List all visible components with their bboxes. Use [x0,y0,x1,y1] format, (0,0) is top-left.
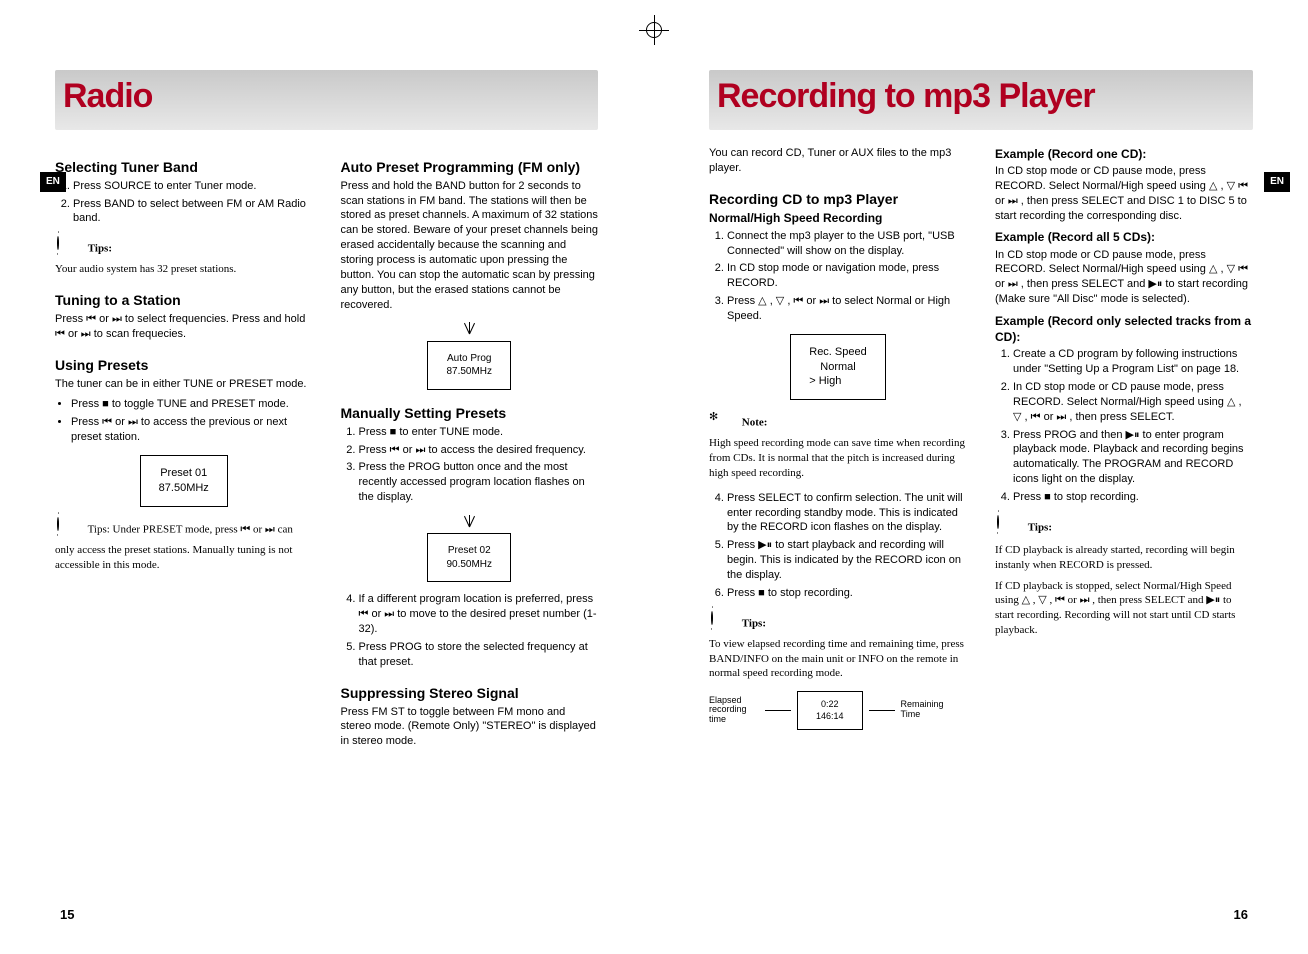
diagram-auto-prog: Auto Prog 87.50MHz [427,322,511,390]
heading-manual-preset: Manually Setting Presets [341,404,599,423]
step: Press PROG and then ▶⏸ to enter program … [1013,428,1253,487]
tip-32-stations: Tips: Your audio system has 32 preset st… [55,236,313,277]
heading-auto-preset: Auto Preset Programming (FM only) [341,158,599,177]
left-col-1: Selecting Tuner Band Press SOURCE to ent… [55,144,313,755]
tips-label: Tips: [742,617,766,629]
display-line: > High [809,374,866,389]
tip-text: Tips: Under PRESET mode, press ⏮ or ⏭ ca… [55,523,293,570]
ex-one-text: In CD stop mode or CD pause mode, press … [995,164,1253,223]
page-number-15: 15 [60,906,74,924]
heading-suppress: Suppressing Stereo Signal [341,684,599,703]
display-line: 90.50MHz [446,558,492,572]
tips-label: Tips: [88,243,112,255]
subheading-normal-high: Normal/High Speed Recording [709,210,967,226]
sun-icon [55,236,81,262]
diagram-preset02: Preset 02 90.50MHz [427,515,511,583]
note-text: High speed recording mode can save time … [709,436,967,481]
heading-ex-one: Example (Record one CD): [995,146,1253,162]
heading-ex-sel: Example (Record only selected tracks fro… [995,313,1253,345]
page-15: EN Radio Selecting Tuner Band Press SOUR… [0,0,654,954]
step: Press PROG to store the selected frequen… [359,640,599,670]
step: Press ■ to stop recording. [727,586,967,601]
step: Press ■ to stop recording. [1013,490,1253,505]
lang-badge-right: EN [1264,172,1290,192]
chapter-title-recording: Recording to mp3 Player [717,74,1245,120]
display-line: 146:14 [816,710,844,722]
display-line: 87.50MHz [446,365,492,379]
step: Press ■ to enter TUNE mode. [359,425,599,440]
ex-all-text: In CD stop mode or CD pause mode, press … [995,248,1253,307]
note-label: Note: [742,417,768,429]
display-line: Preset 01 [159,466,209,481]
elapsed-label: Elapsed recording time [709,696,759,726]
display-line: Preset 02 [446,544,492,558]
sun-icon [709,611,735,637]
display-preset01: Preset 01 87.50MHz [140,455,228,507]
step: Press ⏮ or ⏭ to access the desired frequ… [359,443,599,458]
left-col-2: Auto Preset Programming (FM only) Press … [341,144,599,755]
step: Press △ , ▽ , ⏮ or ⏭ to select Normal or… [727,294,967,324]
chapter-bar-right: Recording to mp3 Player [709,70,1253,130]
sun-icon [995,515,1021,541]
heading-rec-cd: Recording CD to mp3 Player [709,190,967,209]
step: In CD stop mode or CD pause mode, press … [1013,380,1253,425]
presets-intro: The tuner can be in either TUNE or PRESE… [55,377,313,392]
bullet: Press ■ to toggle TUNE and PRESET mode. [71,397,313,412]
step: Press BAND to select between FM or AM Ra… [73,197,313,227]
heading-ex-all: Example (Record all 5 CDs): [995,229,1253,245]
intro-text: You can record CD, Tuner or AUX files to… [709,146,967,176]
display-line: 87.50MHz [159,481,209,496]
tip-preset-mode: Tips: Under PRESET mode, press ⏮ or ⏭ ca… [55,517,313,573]
step: Press ▶⏸ to start playback and recording… [727,538,967,583]
right-col-1: You can record CD, Tuner or AUX files to… [709,144,967,730]
heading-presets: Using Presets [55,356,313,375]
step: If a different program location is prefe… [359,592,599,637]
tip-text: If CD playback is already started, recor… [995,543,1253,573]
page-number-16: 16 [1234,906,1248,924]
tip-elapsed: Tips: To view elapsed recording time and… [709,611,967,682]
diagram-elapsed: Elapsed recording time 0:22 146:14 Remai… [709,691,967,729]
step: Create a CD program by following instruc… [1013,347,1253,377]
suppress-text: Press FM ST to toggle between FM mono an… [341,705,599,750]
lang-badge-left: EN [40,172,66,192]
note-high-speed: ✻ Note: High speed recording mode can sa… [709,410,967,481]
page-16: EN Recording to mp3 Player You can recor… [654,0,1308,954]
remaining-label: Remaining Time [901,700,951,720]
chapter-title-radio: Radio [63,74,590,120]
step: Press SELECT to confirm selection. The u… [727,491,967,536]
bullet: Press ⏮ or ⏭ to access the previous or n… [71,415,313,445]
display-line: Rec. Speed [809,345,866,360]
step: Connect the mp3 player to the USB port, … [727,229,967,259]
display-line: Normal [809,360,866,375]
right-col-2: Example (Record one CD): In CD stop mode… [995,144,1253,730]
step: Press the PROG button once and the most … [359,460,599,505]
tip-text: If CD playback is stopped, select Normal… [995,579,1253,638]
step: Press SOURCE to enter Tuner mode. [73,179,313,194]
step: In CD stop mode or navigation mode, pres… [727,261,967,291]
tips-label: Tips: [1028,521,1052,533]
auto-preset-text: Press and hold the BAND button for 2 sec… [341,179,599,313]
heading-selecting-band: Selecting Tuner Band [55,158,313,177]
tip-text: Your audio system has 32 preset stations… [55,262,313,277]
sun-icon [55,517,81,543]
display-line: 0:22 [816,698,844,710]
display-rec-speed: Rec. Speed Normal > High [790,334,885,401]
note-icon: ✻ [709,410,735,436]
page-spread: EN Radio Selecting Tuner Band Press SOUR… [0,0,1308,954]
tuning-text: Press ⏮ or ⏭ to select frequencies. Pres… [55,312,313,342]
tip-text: To view elapsed recording time and remai… [709,637,967,682]
display-line: Auto Prog [446,352,492,366]
tip-cd-playback: Tips: If CD playback is already started,… [995,515,1253,638]
heading-tuning: Tuning to a Station [55,291,313,310]
chapter-bar-left: Radio [55,70,598,130]
